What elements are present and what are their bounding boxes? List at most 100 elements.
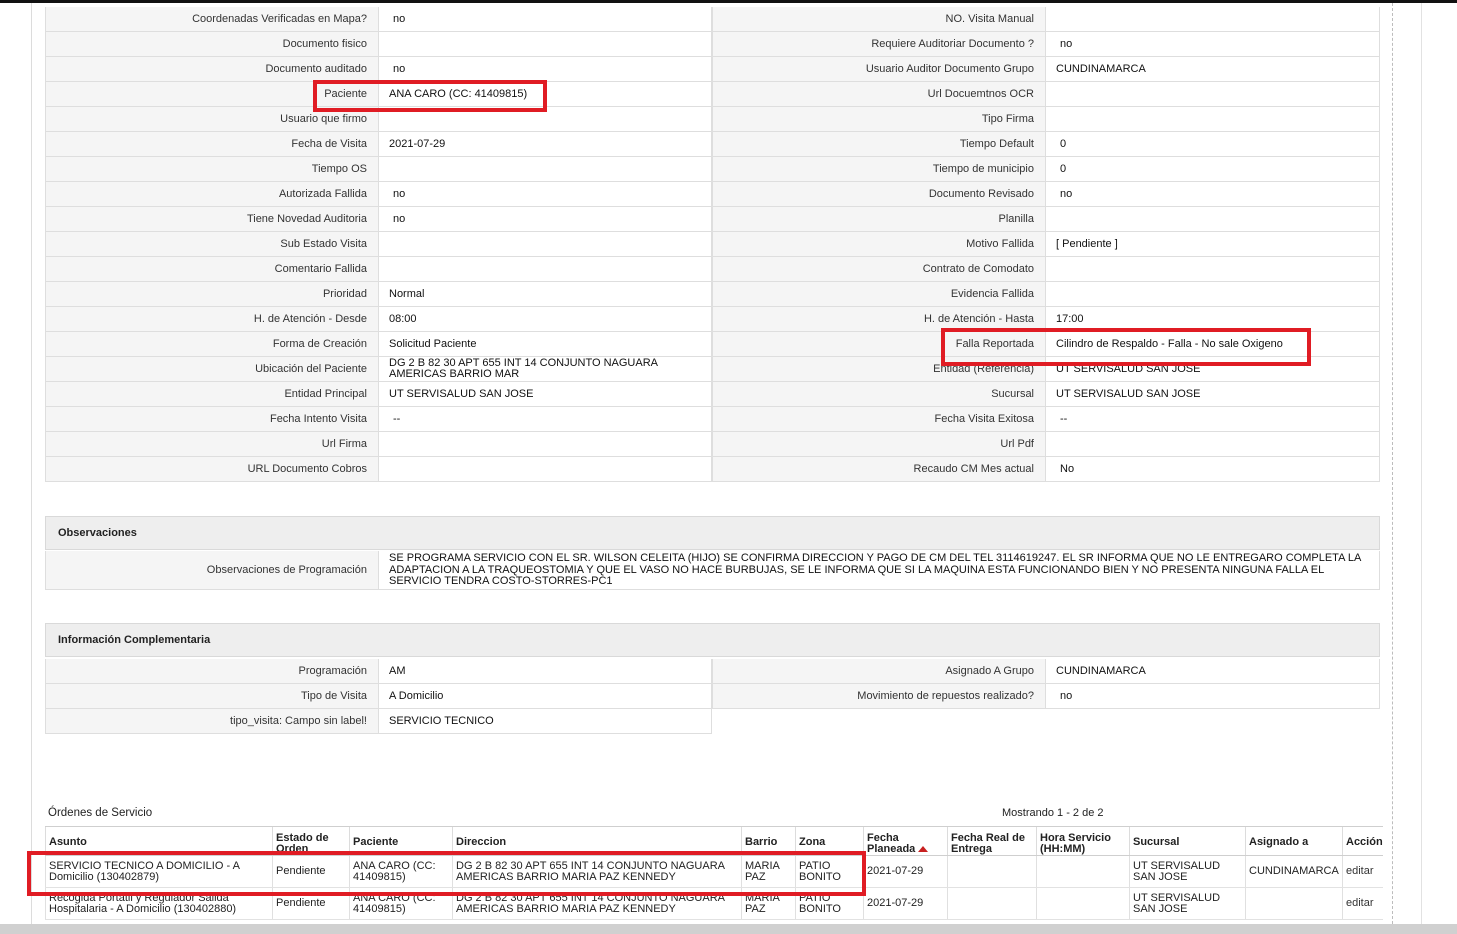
- col-asignado[interactable]: Asignado a: [1245, 826, 1343, 856]
- field-value-requiere-auditoriar-documento: no: [1046, 32, 1380, 57]
- cell-direccion: DG 2 B 82 30 APT 655 INT 14 CONJUNTO NAG…: [452, 887, 742, 920]
- detail-row: Forma de Creación Solicitud Paciente Falla…: [45, 332, 1380, 357]
- field-value-tiempo-os: [379, 157, 712, 182]
- field-value-h-de-atencion-hasta: 17:00: [1046, 307, 1380, 332]
- field-label-movimiento-de-repuestos-realizado-text: Movimiento de repuestos realizado?: [857, 690, 1034, 702]
- field-label-tiempo-os: Tiempo OS: [45, 157, 379, 182]
- field-label-sucursal-text: Sucursal: [991, 388, 1034, 400]
- table-row: SERVICIO TECNICO A DOMICILIO - A Domicil…: [45, 855, 1383, 888]
- field-label-forma-de-creacion-text: Forma de Creación: [272, 338, 367, 350]
- field-value-url-firma: [379, 432, 712, 457]
- field-value-prioridad-text: Normal: [389, 287, 425, 300]
- field-label-fecha-visita-exitosa: Fecha Visita Exitosa: [712, 407, 1046, 432]
- horizontal-scrollbar[interactable]: [0, 924, 1457, 934]
- col-paciente[interactable]: Paciente: [349, 826, 453, 856]
- col-fecha-planeada[interactable]: Fecha Planeada: [863, 826, 948, 856]
- col-barrio[interactable]: Barrio: [741, 826, 796, 856]
- cell-direccion: DG 2 B 82 30 APT 655 INT 14 CONJUNTO NAG…: [452, 855, 742, 888]
- field-label-url-documento-cobros: URL Documento Cobros: [45, 457, 379, 482]
- field-label-entidad-principal-text: Entidad Principal: [284, 388, 367, 400]
- field-value-tiene-novedad-auditoria: no: [379, 207, 712, 232]
- field-label-asignado-a-grupo: Asignado A Grupo: [712, 659, 1046, 684]
- cell-sucursal: UT SERVISALUD SAN JOSE: [1129, 855, 1246, 888]
- field-value-sub-estado-visita: [379, 232, 712, 257]
- field-label-movimiento-de-repuestos-realizado: Movimiento de repuestos realizado?: [712, 684, 1046, 709]
- field-value-documento-auditado: no: [379, 57, 712, 82]
- col-estado-orden[interactable]: Estado de Orden: [272, 826, 350, 856]
- col-sucursal[interactable]: Sucursal: [1129, 826, 1246, 856]
- col-fecha-planeada-label: Fecha Planeada: [867, 832, 916, 855]
- cell-asignado: CUNDINAMARCA: [1245, 855, 1343, 888]
- col-zona[interactable]: Zona: [795, 826, 864, 856]
- ordenes-servicio-table: Asunto Estado de Orden Paciente Direccio…: [45, 826, 1383, 920]
- field-label-fecha-de-visita-text: Fecha de Visita: [291, 138, 367, 150]
- field-value-h-de-atencion-desde-text: 08:00: [389, 312, 417, 325]
- field-value-fecha-de-visita: 2021-07-29: [379, 132, 712, 157]
- field-label-usuario-que-firmo: Usuario que firmo: [45, 107, 379, 132]
- field-value-comentario-fallida: [379, 257, 712, 282]
- field-label-h-de-atencion-desde: H. de Atención - Desde: [45, 307, 379, 332]
- col-fecha-real[interactable]: Fecha Real de Entrega: [947, 826, 1037, 856]
- field-value-forma-de-creacion-text: Solicitud Paciente: [389, 337, 477, 350]
- field-value-recaudo-cm-mes-actual-text: No: [1060, 462, 1075, 475]
- field-value-usuario-que-firmo: [379, 107, 712, 132]
- field-label-tipo-visita-campo-sin-label: tipo_visita: Campo sin label!: [45, 709, 379, 734]
- sort-ascending-icon[interactable]: [918, 846, 929, 853]
- editar-link[interactable]: editar: [1346, 897, 1374, 909]
- field-label-comentario-fallida: Comentario Fallida: [45, 257, 379, 282]
- detail-row: Fecha Intento Visita -- Fecha Visita Exito…: [45, 407, 1380, 432]
- detail-row: Tipo de Visita A Domicilio Movimiento de r…: [45, 684, 1380, 709]
- field-value-asignado-a-grupo: CUNDINAMARCA: [1046, 659, 1380, 684]
- detail-row: Documento fisico Requiere Auditoriar Docu…: [45, 32, 1380, 57]
- informacion-complementaria-header: Información Complementaria: [45, 623, 1380, 657]
- field-label-tiene-novedad-auditoria-text: Tiene Novedad Auditoria: [246, 213, 367, 225]
- field-label-tiempo-de-municipio: Tiempo de municipio: [712, 157, 1046, 182]
- cell-barrio: MARIA PAZ: [741, 887, 796, 920]
- observaciones-label: Observaciones de Programación: [45, 551, 379, 590]
- field-value-tiempo-de-municipio: 0: [1046, 157, 1380, 182]
- field-value-documento-auditado-text: no: [393, 62, 406, 75]
- field-value-motivo-fallida: [ Pendiente ]: [1046, 232, 1380, 257]
- field-label-usuario-que-firmo-text: Usuario que firmo: [280, 113, 367, 125]
- content-right-dashed-border: [1392, 3, 1393, 924]
- field-label-h-de-atencion-hasta-text: H. de Atención - Hasta: [923, 313, 1034, 325]
- field-label-entidad-referencia-text: Entidad (Referencia): [933, 363, 1034, 375]
- detail-row: H. de Atención - Desde 08:00 H. de Atenció…: [45, 307, 1380, 332]
- ordenes-servicio-title: Órdenes de Servicio: [48, 807, 153, 819]
- field-label-url-firma: Url Firma: [45, 432, 379, 457]
- field-label-tiene-novedad-auditoria: Tiene Novedad Auditoria: [45, 207, 379, 232]
- field-value-sucursal-text: UT SERVISALUD SAN JOSE: [1056, 387, 1201, 400]
- field-label-coordenadas-verificadas-en-mapa: Coordenadas Verificadas en Mapa?: [45, 7, 379, 32]
- field-value-evidencia-fallida: [1046, 282, 1380, 307]
- col-direccion[interactable]: Direccion: [452, 826, 742, 856]
- field-label-h-de-atencion-desde-text: H. de Atención - Desde: [253, 313, 367, 325]
- field-value-programacion: AM: [379, 659, 712, 684]
- content-left-border: [31, 3, 32, 924]
- field-label-url-docuemtnos-ocr: Url Docuemtnos OCR: [712, 82, 1046, 107]
- field-label-usuario-auditor-documento-grupo: Usuario Auditor Documento Grupo: [712, 57, 1046, 82]
- field-value-fecha-visita-exitosa: --: [1046, 407, 1380, 432]
- detail-row: Usuario que firmo Tipo Firma: [45, 107, 1380, 132]
- editar-link[interactable]: editar: [1346, 865, 1374, 877]
- field-value-url-documento-cobros: [379, 457, 712, 482]
- observaciones-value: SE PROGRAMA SERVICIO CON EL SR. WILSON C…: [379, 551, 1380, 590]
- field-label-planilla-text: Planilla: [998, 213, 1034, 225]
- field-value-autorizada-fallida: no: [379, 182, 712, 207]
- field-value-contrato-de-comodato: [1046, 257, 1380, 282]
- cell-barrio: MARIA PAZ: [741, 855, 796, 888]
- content-right-border: [1421, 3, 1422, 924]
- field-value-paciente: ANA CARO (CC: 41409815): [379, 82, 712, 107]
- col-hora-servicio[interactable]: Hora Servicio (HH:MM): [1036, 826, 1130, 856]
- field-label-usuario-auditor-documento-grupo-text: Usuario Auditor Documento Grupo: [865, 63, 1034, 75]
- field-label-ubicacion-del-paciente-text: Ubicación del Paciente: [255, 363, 367, 375]
- cell-zona: PATIO BONITO: [795, 887, 864, 920]
- cell-fecha-planeada: 2021-07-29: [863, 855, 948, 888]
- field-label-documento-fisico-text: Documento fisico: [282, 38, 367, 50]
- field-value-prioridad: Normal: [379, 282, 712, 307]
- field-label-url-firma-text: Url Firma: [321, 438, 367, 450]
- window-top-border: [0, 0, 1457, 3]
- field-value-tipo-visita-campo-sin-label: SERVICIO TECNICO: [379, 709, 712, 734]
- detail-row: Autorizada Fallida no Documento Revisado no: [45, 182, 1380, 207]
- col-asunto[interactable]: Asunto: [45, 826, 273, 856]
- field-value-planilla: [1046, 207, 1380, 232]
